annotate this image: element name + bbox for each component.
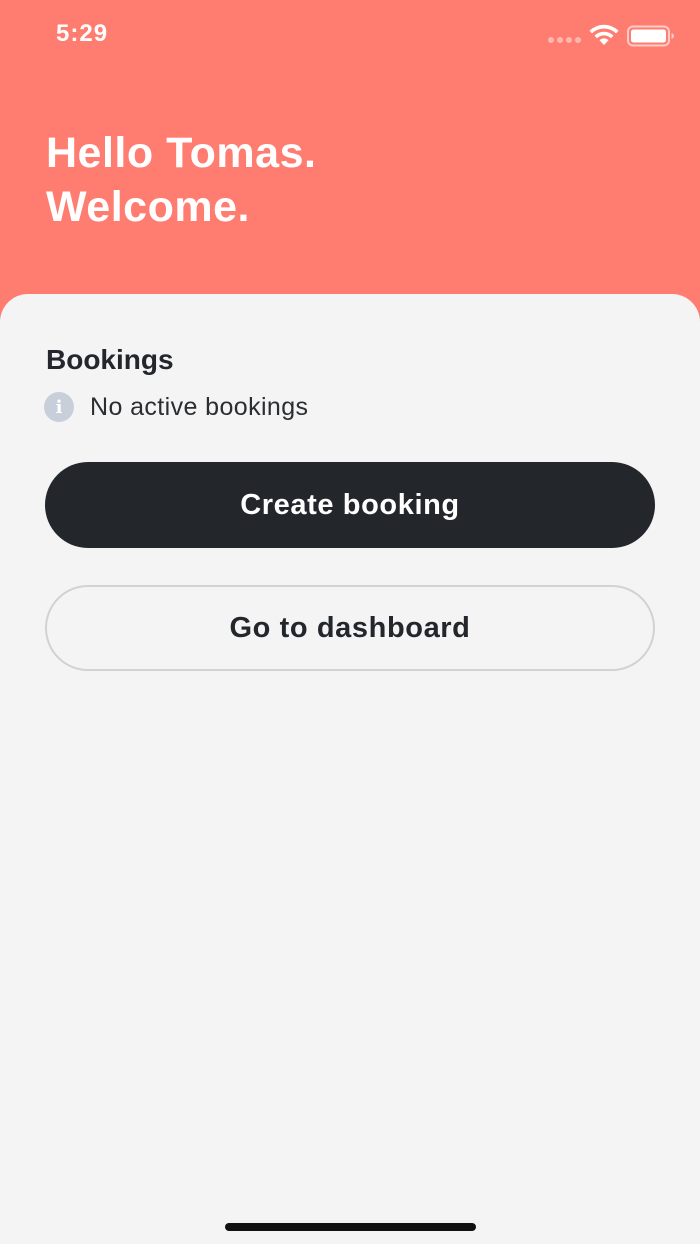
bookings-title: Bookings xyxy=(46,344,174,375)
cellular-signal-icon xyxy=(548,37,581,43)
content-sheet: Bookings i No active bookings Create boo… xyxy=(0,294,700,1244)
welcome-greeting: Hello Tomas. Welcome. xyxy=(46,126,316,234)
battery-icon xyxy=(627,25,674,47)
home-indicator[interactable] xyxy=(225,1223,476,1231)
status-bar: 5:29 xyxy=(0,0,700,72)
bookings-status: i No active bookings xyxy=(44,392,308,422)
status-time: 5:29 xyxy=(56,20,109,47)
go-to-dashboard-label: Go to dashboard xyxy=(229,611,471,644)
app-screen: 5:29 Hello Tomas. Welcome. Bookings i No… xyxy=(0,0,700,1244)
greeting-line-hello: Hello Tomas. xyxy=(46,129,317,177)
go-to-dashboard-button[interactable]: Go to dashboard xyxy=(45,585,655,671)
greeting-line-welcome: Welcome. xyxy=(46,183,250,231)
create-booking-button[interactable]: Create booking xyxy=(45,462,655,548)
wifi-icon xyxy=(589,24,619,45)
info-icon: i xyxy=(44,392,74,422)
create-booking-label: Create booking xyxy=(240,488,460,521)
bookings-status-text: No active bookings xyxy=(90,392,309,421)
